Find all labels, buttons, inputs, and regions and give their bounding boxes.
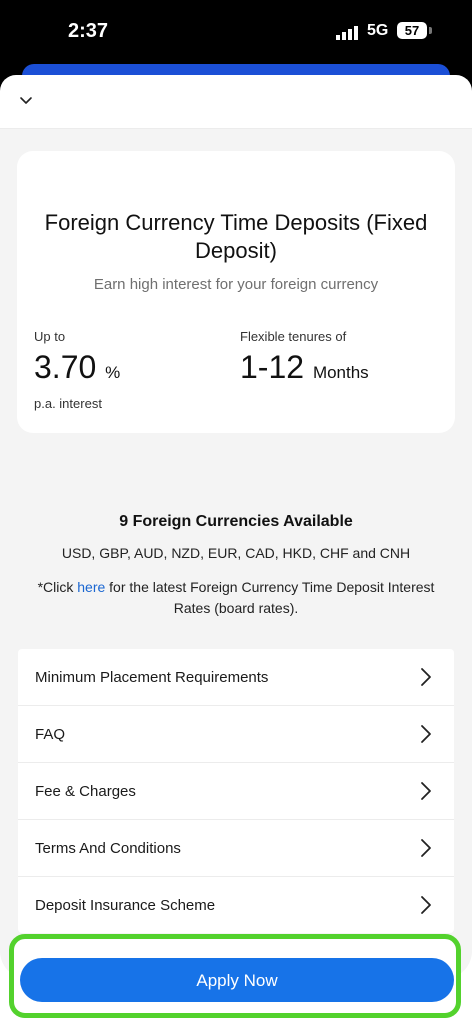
status-bar: 2:37 5G 57 (0, 0, 472, 62)
chevron-right-icon (421, 725, 431, 743)
chevron-down-icon[interactable] (18, 93, 34, 109)
menu-item-terms[interactable]: Terms And Conditions (18, 820, 454, 877)
battery-icon: 57 (397, 22, 427, 39)
menu-item-label: Fee & Charges (35, 782, 136, 800)
menu-item-fee-charges[interactable]: Fee & Charges (18, 763, 454, 820)
status-time: 2:37 (68, 20, 109, 42)
rate-unit: % (105, 363, 121, 382)
product-card: Foreign Currency Time Deposits (Fixed De… (17, 151, 455, 433)
tenure-label: Flexible tenures of (240, 329, 347, 344)
menu-item-minimum-placement[interactable]: Minimum Placement Requirements (18, 649, 454, 706)
rate-value: 3.70 (34, 349, 97, 385)
product-subtitle: Earn high interest for your foreign curr… (93, 276, 379, 293)
chevron-right-icon (421, 668, 431, 686)
apply-now-button[interactable]: Apply Now (20, 958, 454, 1002)
chevron-right-icon (421, 896, 431, 914)
menu-item-faq[interactable]: FAQ (18, 706, 454, 763)
menu-item-label: Minimum Placement Requirements (35, 668, 269, 686)
currencies-list: USD, GBP, AUD, NZD, EUR, CAD, HKD, CHF a… (61, 545, 411, 561)
currencies-title: 9 Foreign Currencies Available (119, 513, 353, 530)
rates-note-prefix: *Click (37, 579, 78, 595)
menu-item-label: Deposit Insurance Scheme (35, 896, 216, 914)
rate-note: p.a. interest (34, 396, 102, 411)
rate-value-line: 3.70 % (34, 348, 120, 392)
rate-label: Up to (34, 329, 66, 344)
chevron-right-icon (421, 839, 431, 857)
tenure-unit: Months (312, 363, 369, 382)
rates-link[interactable]: here (77, 579, 105, 595)
signal-icon (336, 26, 358, 40)
menu-item-label: FAQ (35, 725, 66, 743)
tenure-value: 1-12 (240, 349, 305, 385)
bottom-sheet: Foreign Currency Time Deposits (Fixed De… (0, 75, 472, 1024)
chevron-right-icon (421, 782, 431, 800)
tenure-value-line: 1-12 Months (240, 348, 369, 392)
menu-item-label: Terms And Conditions (35, 839, 181, 857)
sheet-header (0, 75, 472, 129)
content-panel: Foreign Currency Time Deposits (Fixed De… (0, 129, 472, 979)
product-title: Foreign Currency Time Deposits (Fixed De… (44, 210, 428, 263)
battery-cap (429, 27, 432, 34)
rate-stat: Up to 3.70 % p.a. interest (34, 329, 120, 411)
info-menu: Minimum Placement Requirements FAQ Fee &… (18, 649, 454, 933)
menu-item-deposit-insurance[interactable]: Deposit Insurance Scheme (18, 877, 454, 933)
network-type: 5G (367, 22, 389, 39)
rates-note-suffix: for the latest Foreign Currency Time Dep… (105, 579, 435, 616)
tenure-stat: Flexible tenures of 1-12 Months (240, 329, 369, 392)
rates-note: *Click here for the latest Foreign Curre… (20, 577, 452, 619)
